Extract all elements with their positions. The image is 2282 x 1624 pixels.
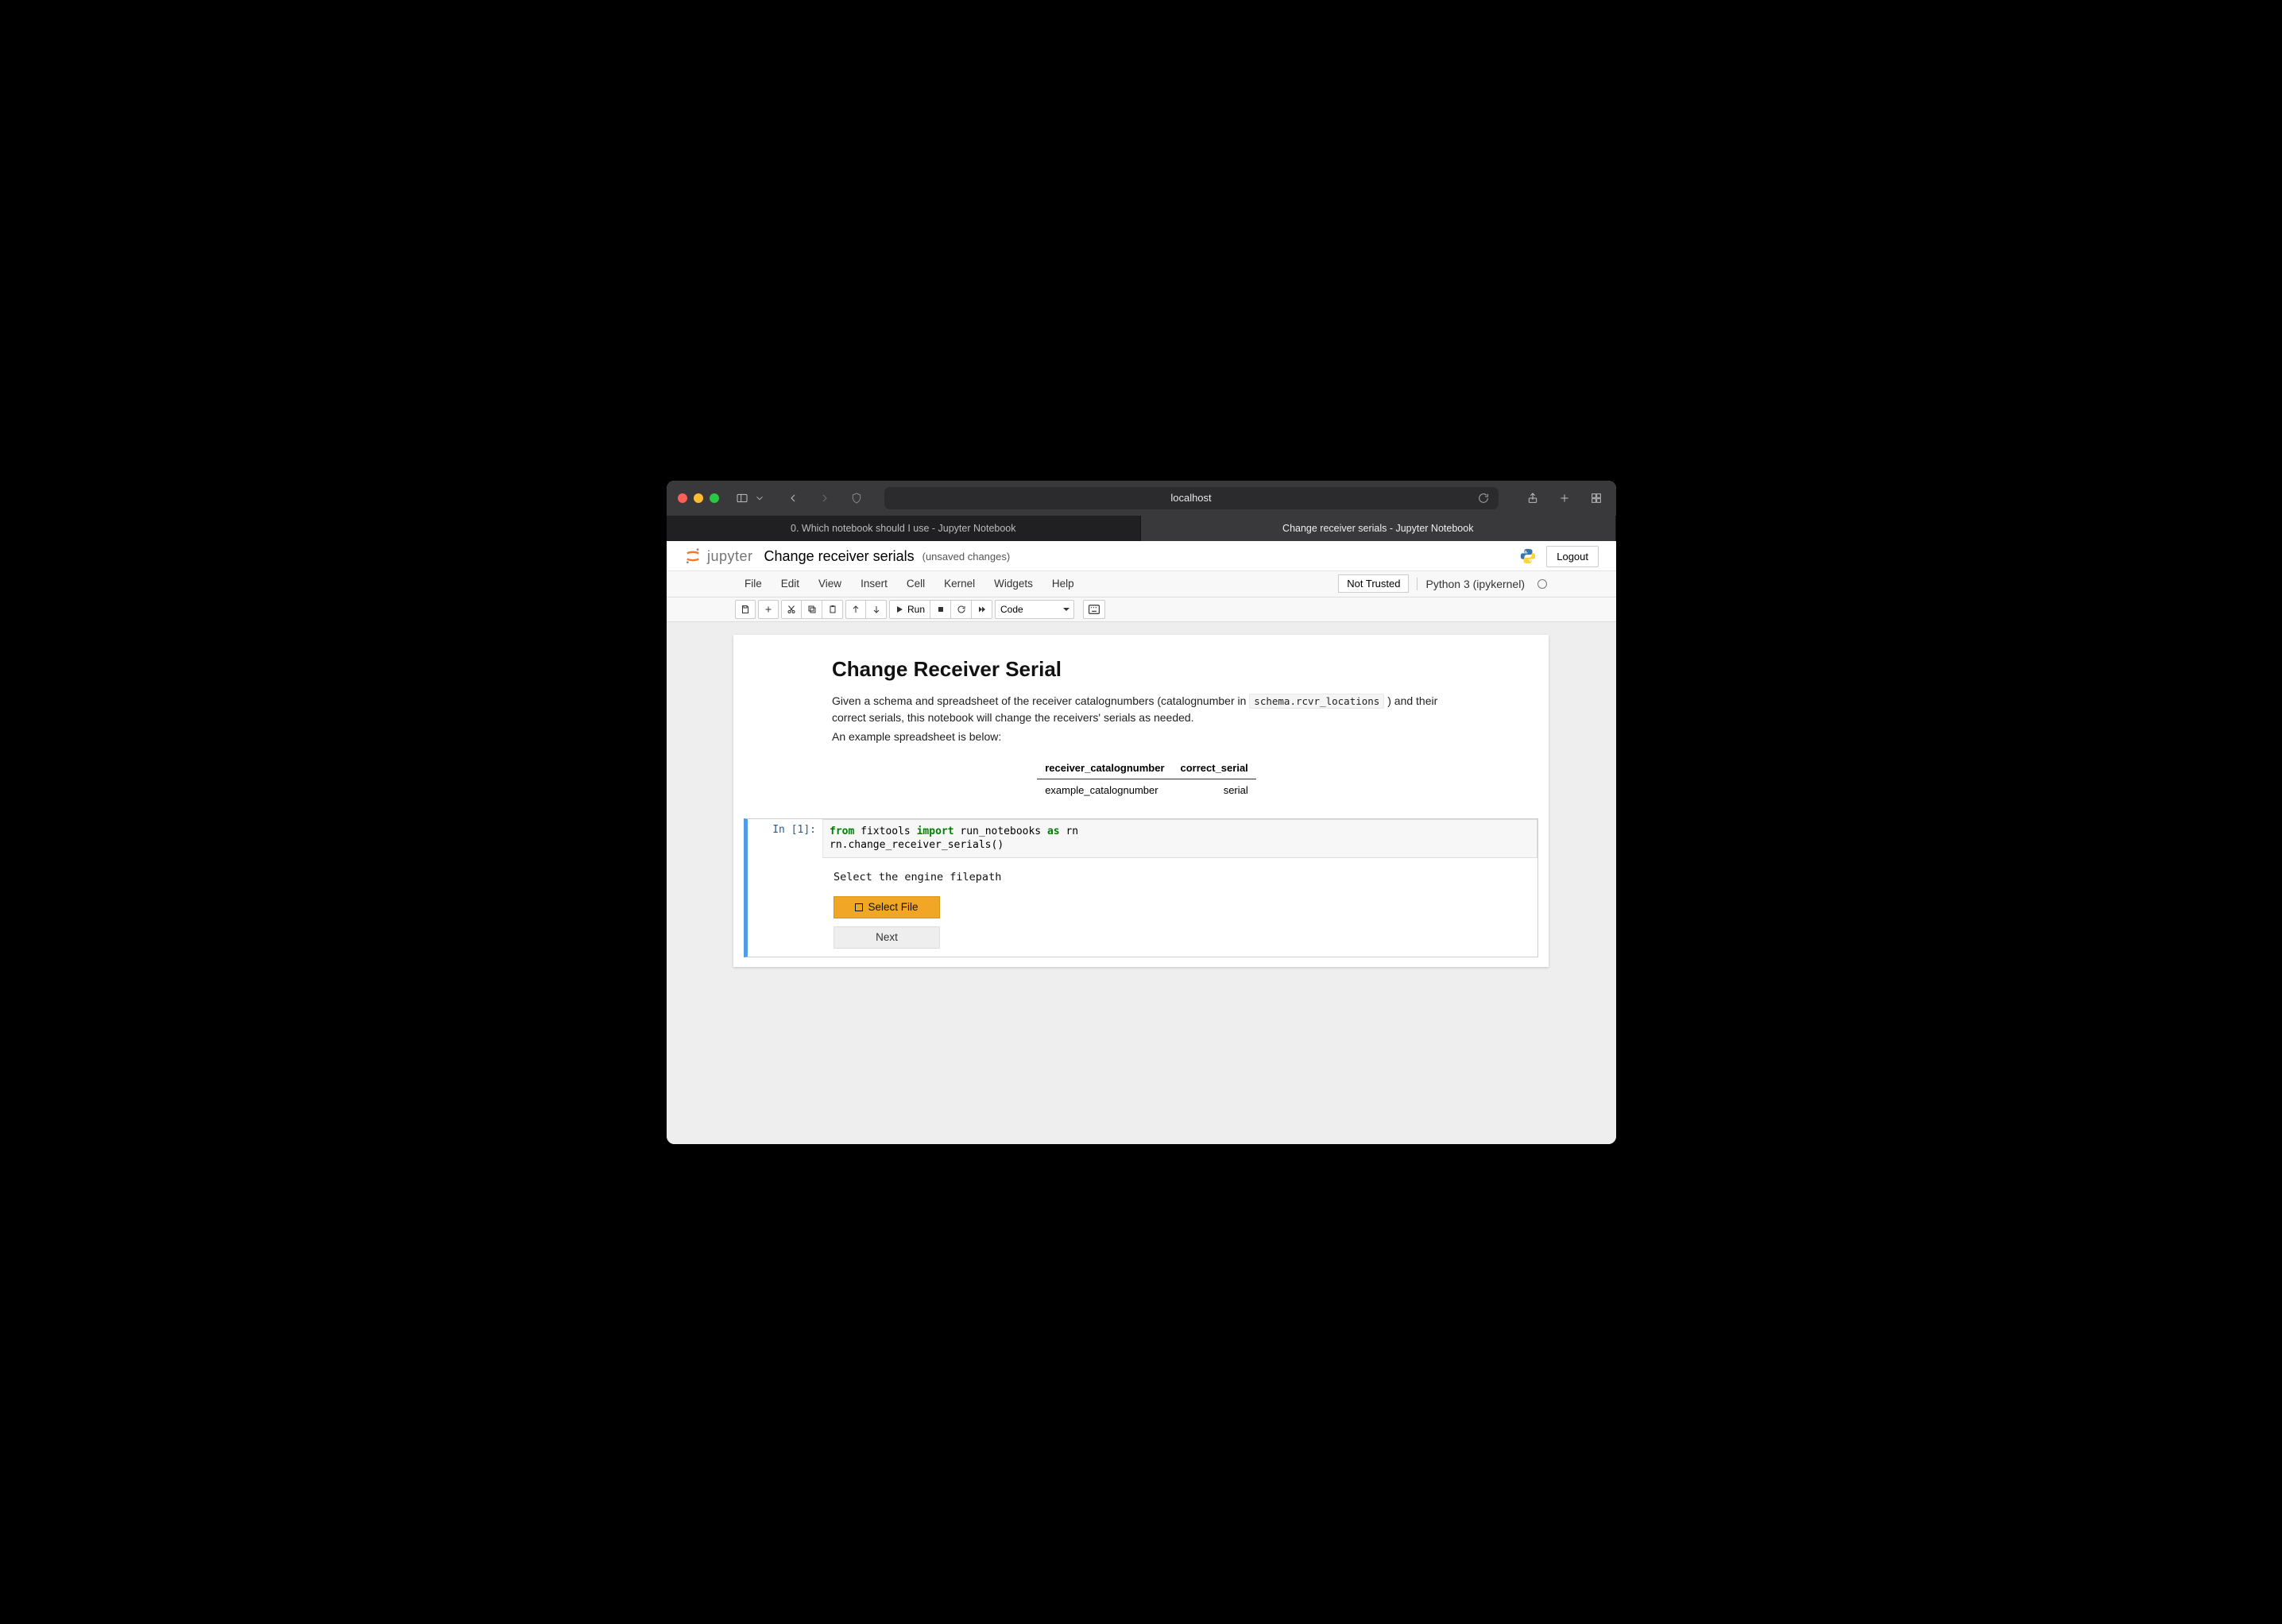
shield-icon[interactable] <box>848 489 865 507</box>
paste-icon <box>828 605 837 614</box>
menu-edit[interactable]: Edit <box>772 573 809 594</box>
paste-button[interactable] <box>822 600 843 619</box>
browser-tab-strip: 0. Which notebook should I use - Jupyter… <box>667 516 1616 541</box>
close-window-button[interactable] <box>678 493 687 503</box>
arrow-up-icon <box>851 605 861 614</box>
new-tab-icon[interactable] <box>1556 489 1573 507</box>
jupyter-header: jupyter Change receiver serials (unsaved… <box>667 541 1616 571</box>
add-cell-button[interactable] <box>758 600 779 619</box>
select-file-button[interactable]: Select File <box>834 896 940 918</box>
md-text: Given a schema and spreadsheet of the re… <box>832 694 1249 707</box>
plus-icon <box>764 605 773 614</box>
menu-kernel[interactable]: Kernel <box>934 573 984 594</box>
restart-run-all-button[interactable] <box>972 600 992 619</box>
save-button[interactable] <box>735 600 756 619</box>
example-table: receiver_catalognumber correct_serial ex… <box>1037 757 1256 801</box>
markdown-paragraph: An example spreadsheet is below: <box>832 729 1461 746</box>
menu-file[interactable]: File <box>735 573 772 594</box>
code-input-area[interactable]: from fixtools import run_notebooks as rn… <box>822 819 1537 858</box>
output-area: Select the engine filepath Select File N… <box>748 858 1537 957</box>
menu-help[interactable]: Help <box>1042 573 1084 594</box>
python-logo-icon <box>1519 547 1537 565</box>
sidebar-icon[interactable] <box>733 489 751 507</box>
restart-button[interactable] <box>951 600 972 619</box>
forward-button[interactable] <box>816 489 834 507</box>
markdown-paragraph: Given a schema and spreadsheet of the re… <box>832 693 1461 727</box>
save-icon <box>741 605 750 614</box>
next-button[interactable]: Next <box>834 926 940 949</box>
page-content: jupyter Change receiver serials (unsaved… <box>667 541 1616 1144</box>
table-row: example_catalognumber serial <box>1037 779 1256 801</box>
move-up-button[interactable] <box>845 600 866 619</box>
cell-type-select[interactable]: CodeMarkdownRaw NBConvertHeading <box>995 600 1074 619</box>
not-trusted-button[interactable]: Not Trusted <box>1338 574 1409 593</box>
tab-overview-icon[interactable] <box>1588 489 1605 507</box>
maximize-window-button[interactable] <box>710 493 719 503</box>
move-down-button[interactable] <box>866 600 887 619</box>
menu-cell[interactable]: Cell <box>897 573 934 594</box>
back-button[interactable] <box>784 489 802 507</box>
markdown-cell[interactable]: Change Receiver Serial Given a schema an… <box>733 657 1549 807</box>
copy-button[interactable] <box>802 600 822 619</box>
input-prompt: In [1]: <box>748 819 822 858</box>
safari-toolbar: localhost <box>667 481 1616 516</box>
jupyter-menubar: File Edit View Insert Cell Kernel Widget… <box>733 571 1549 597</box>
url-text: localhost <box>1170 492 1211 504</box>
browser-tab-label: Change receiver serials - Jupyter Notebo… <box>1282 523 1473 534</box>
interrupt-button[interactable] <box>930 600 951 619</box>
logout-button[interactable]: Logout <box>1546 546 1599 567</box>
window-controls <box>678 493 719 503</box>
browser-tab-label: 0. Which notebook should I use - Jupyter… <box>791 523 1016 534</box>
sidebar-toggle-group <box>733 489 765 507</box>
arrow-down-icon <box>872 605 881 614</box>
run-button-label: Run <box>907 604 925 615</box>
save-status: (unsaved changes) <box>922 551 1011 563</box>
select-file-label: Select File <box>868 901 918 913</box>
table-header: correct_serial <box>1173 757 1256 779</box>
menu-view[interactable]: View <box>809 573 851 594</box>
copy-icon <box>807 605 817 614</box>
browser-tab-0[interactable]: 0. Which notebook should I use - Jupyter… <box>667 516 1142 541</box>
menu-widgets[interactable]: Widgets <box>984 573 1042 594</box>
jupyter-logo-icon <box>683 547 702 566</box>
kernel-name[interactable]: Python 3 (ipykernel) <box>1417 578 1525 590</box>
notebook-container: Change Receiver Serial Given a schema an… <box>733 635 1549 967</box>
cut-icon <box>787 605 796 614</box>
play-icon <box>895 605 904 614</box>
table-cell: serial <box>1173 779 1256 801</box>
safari-window: localhost 0. Which notebook should I use… <box>667 481 1616 1144</box>
stop-icon <box>936 605 946 614</box>
output-text: Select the engine filepath <box>834 871 1537 884</box>
cut-button[interactable] <box>781 600 802 619</box>
table-cell: example_catalognumber <box>1037 779 1172 801</box>
command-palette-button[interactable] <box>1083 600 1105 619</box>
share-icon[interactable] <box>1524 489 1541 507</box>
code-cell[interactable]: In [1]: from fixtools import run_noteboo… <box>744 818 1538 957</box>
minimize-window-button[interactable] <box>694 493 703 503</box>
run-button[interactable]: Run <box>889 600 930 619</box>
restart-icon <box>957 605 966 614</box>
browser-tab-1[interactable]: Change receiver serials - Jupyter Notebo… <box>1141 516 1616 541</box>
kernel-indicator-idle-icon <box>1537 579 1547 589</box>
inline-code: schema.rcvr_locations <box>1249 694 1384 709</box>
menu-insert[interactable]: Insert <box>851 573 897 594</box>
page-title: Change Receiver Serial <box>832 657 1461 682</box>
notebook-title[interactable]: Change receiver serials <box>764 548 915 565</box>
reload-icon[interactable] <box>1475 489 1492 507</box>
chevron-down-icon[interactable] <box>754 489 765 507</box>
table-header: receiver_catalognumber <box>1037 757 1172 779</box>
url-bar[interactable]: localhost <box>884 487 1499 509</box>
jupyter-logo-text: jupyter <box>707 548 753 565</box>
jupyter-toolbar: Run CodeMarkdownRaw NBConvertHeading <box>733 597 1549 621</box>
table-header-row: receiver_catalognumber correct_serial <box>1037 757 1256 779</box>
jupyter-logo[interactable]: jupyter <box>683 547 753 566</box>
fast-forward-icon <box>977 605 987 614</box>
file-icon <box>855 903 863 911</box>
keyboard-icon <box>1089 605 1100 614</box>
